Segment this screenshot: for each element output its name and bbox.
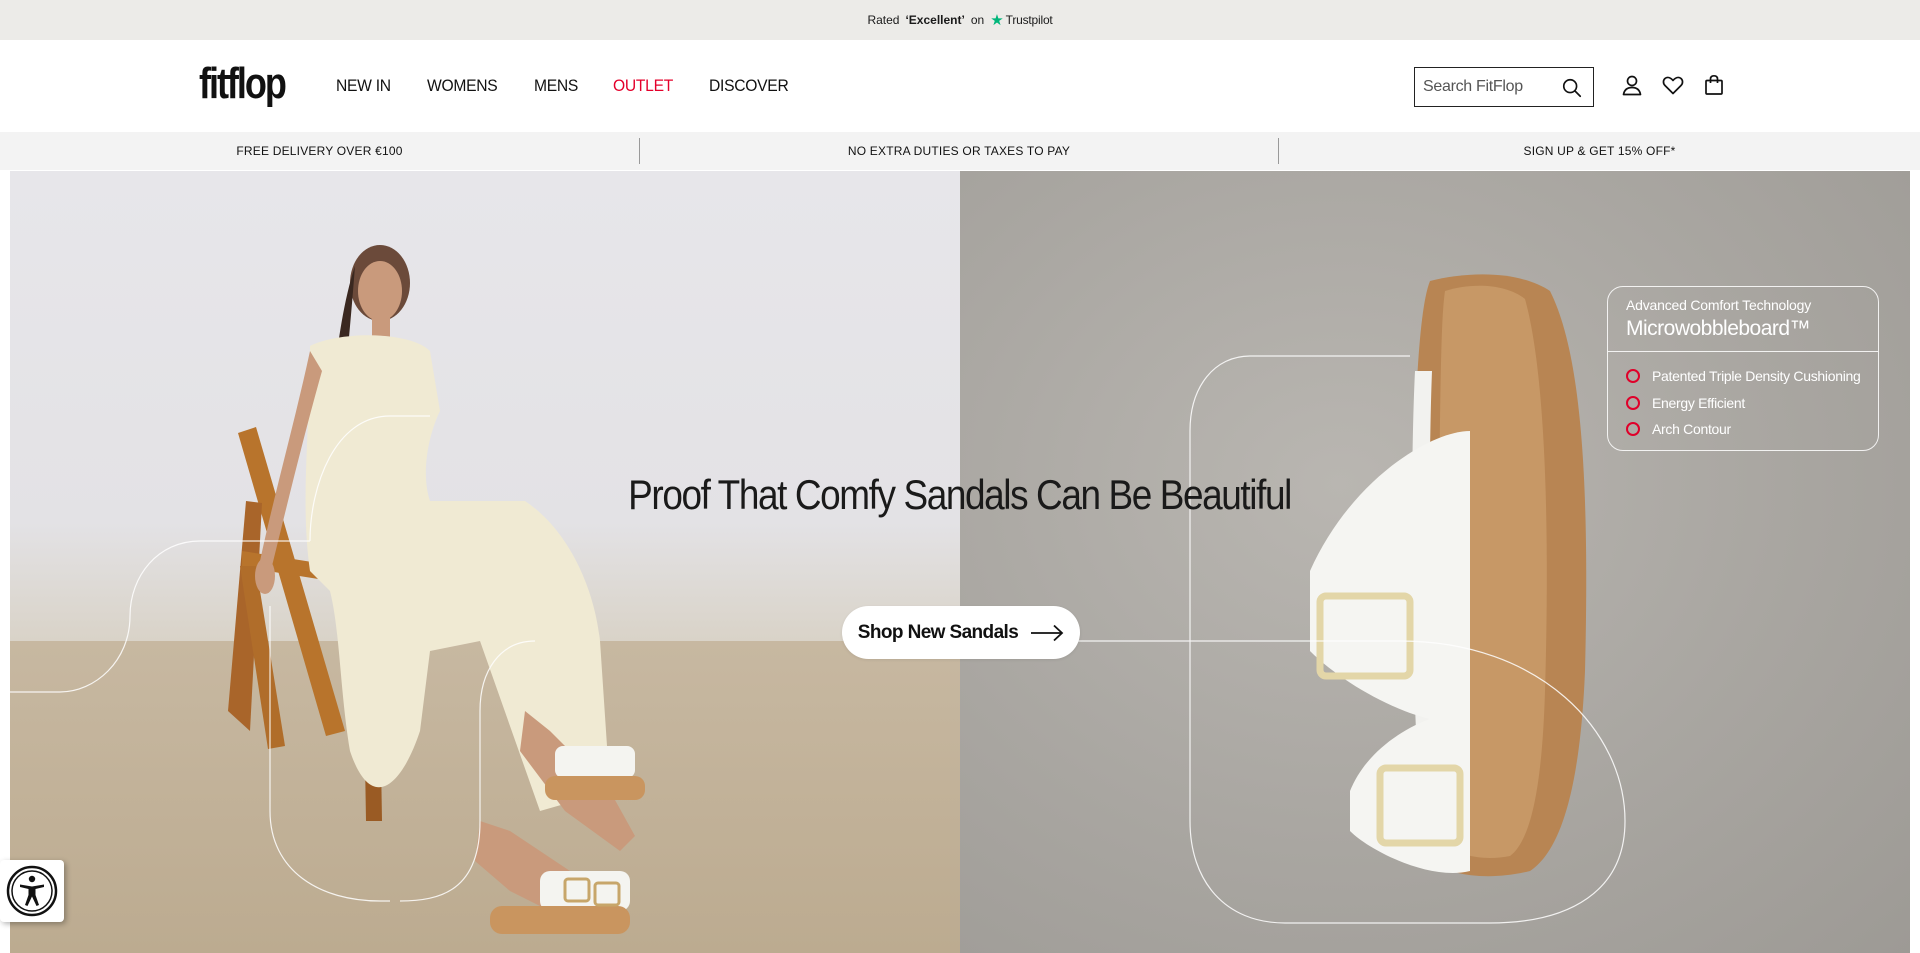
nav-womens[interactable]: WOMENS [427,76,498,96]
fitflop-logo[interactable]: fitflop [199,62,287,106]
tech-divider [1608,351,1878,352]
tech-kicker: Advanced Comfort Technology [1626,297,1812,313]
shopping-bag-icon[interactable] [1702,73,1726,97]
tech-feature-item: Patented Triple Density Cushioning [1626,363,1861,390]
shop-new-sandals-button[interactable]: Shop New Sandals [842,606,1080,659]
nav-mens[interactable]: MENS [534,76,578,96]
arrow-right-icon [1031,624,1064,641]
trustpilot-star-icon: ★ [990,12,1004,29]
nav-new-in[interactable]: NEW IN [336,76,391,96]
header-actions [1620,73,1726,97]
hero-banner[interactable]: Proof That Comfy Sandals Can Be Beautifu… [10,171,1910,953]
model-figure [255,245,645,934]
tech-feature-item: Arch Contour [1626,416,1860,443]
bullet-ring-icon [1626,369,1640,384]
search-icon[interactable] [1561,77,1583,99]
bullet-ring-icon [1626,395,1640,410]
promo-no-duties[interactable]: NO EXTRA DUTIES OR TAXES TO PAY [639,138,1279,164]
hero-headline: Proof That Comfy Sandals Can Be Beautifu… [628,471,1293,518]
trustpilot-bar[interactable]: Rated ‘Excellent’ on ★ Trustpilot [0,0,1920,40]
promo-signup[interactable]: SIGN UP & GET 15% OFF* [1279,132,1920,170]
tech-title: Microwobbleboard™ [1626,317,1811,340]
nav-discover[interactable]: DISCOVER [709,76,789,96]
sandal-product [1310,274,1587,877]
bullet-ring-icon [1626,422,1640,437]
search-input[interactable] [1423,78,1553,96]
wishlist-heart-icon[interactable] [1661,73,1685,97]
comfort-tech-card: Advanced Comfort Technology Microwobbleb… [1607,286,1879,451]
accessibility-icon [6,865,58,917]
nav-outlet[interactable]: OUTLET [613,76,673,96]
promo-strip: FREE DELIVERY OVER €100 NO EXTRA DUTIES … [0,132,1920,170]
account-icon[interactable] [1620,73,1644,97]
tech-features: Patented Triple Density Cushioning Energ… [1626,363,1861,443]
accessibility-button[interactable] [0,860,64,922]
site-header: fitflop NEW IN WOMENS MENS OUTLET DISCOV… [0,40,1920,132]
tech-feature-item: Energy Efficient [1626,390,1860,417]
main-nav: NEW IN WOMENS MENS OUTLET DISCOVER [336,76,796,96]
search-box[interactable] [1414,67,1594,107]
trustpilot-rated-text: Rated [867,13,900,27]
cta-label: Shop New Sandals [857,621,1019,643]
trustpilot-rating: ‘Excellent’ [905,13,965,27]
trustpilot-logo-text: Trustpilot [1005,13,1053,27]
promo-free-delivery[interactable]: FREE DELIVERY OVER €100 [0,132,639,170]
trustpilot-on-text: on [970,13,985,27]
